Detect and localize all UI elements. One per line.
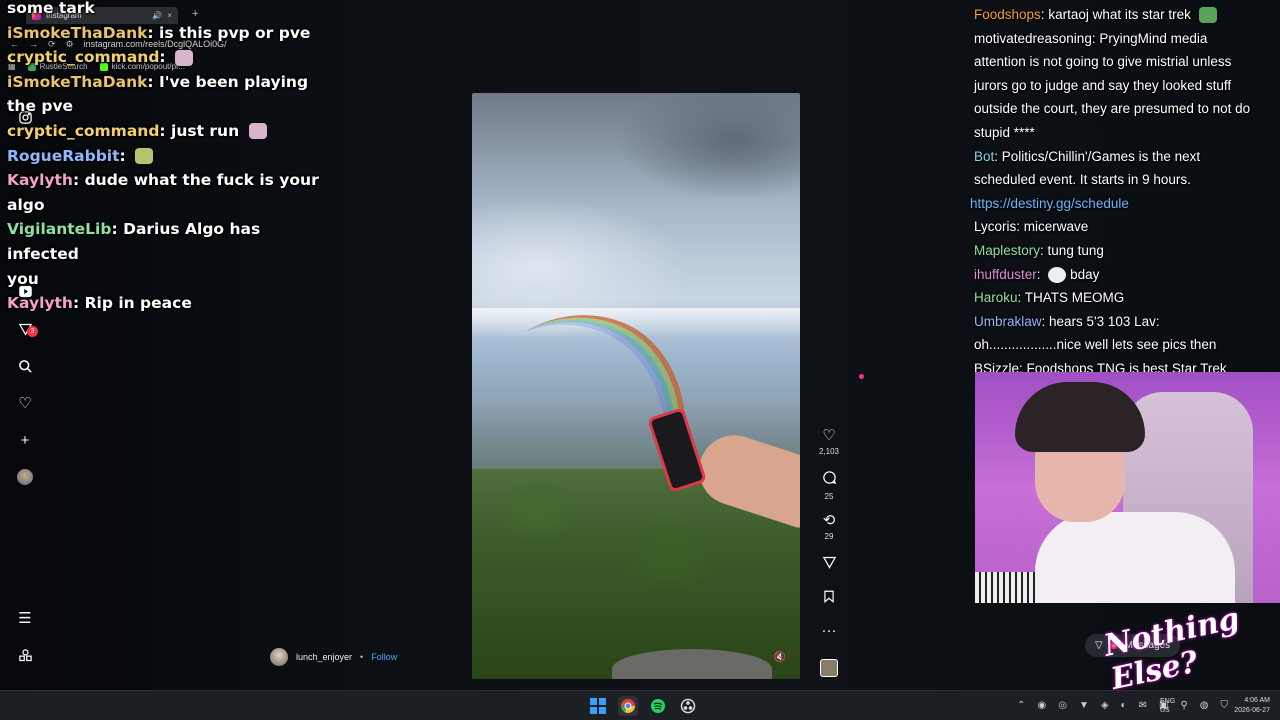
author-avatar[interactable]: [270, 648, 288, 666]
tray-search-icon[interactable]: ⚲: [1180, 700, 1187, 711]
chat-message: iSmokeThaDank: I've been playing: [7, 72, 309, 91]
stream-chat-left: some tark iSmokeThaDank: is this pvp or …: [7, 0, 327, 316]
chat-emote-icon: [248, 123, 267, 140]
repost-button[interactable]: ⟲ 29: [814, 512, 844, 541]
more-options-button[interactable]: ···: [814, 622, 844, 640]
input-language[interactable]: ENG US: [1160, 697, 1175, 715]
menu-icon[interactable]: ☰: [16, 609, 34, 627]
tray-mail-icon[interactable]: ✉: [1139, 700, 1147, 711]
spotify-icon[interactable]: [648, 696, 668, 716]
tray-brave-icon[interactable]: ▼: [1079, 700, 1089, 711]
chat-message: RogueRabbit:: [7, 144, 327, 169]
pepe-emote-icon: [1198, 7, 1217, 24]
tray-chevron-icon[interactable]: ⌃: [1017, 700, 1025, 711]
chat-message: Foodshops: kartaoj what its star trek: [970, 3, 1260, 27]
obs-icon[interactable]: [678, 696, 698, 716]
comment-count: 25: [824, 492, 834, 501]
chat-message: Kaylyth: Rip in peace: [7, 294, 192, 313]
chat-message: Bot: Politics/Chillin'/Games is the next…: [974, 148, 1201, 188]
windows-taskbar: ⌃ ◉ ◎ ▼ ◈ ◐ ✉ ▣ ⚲ ◍ ⛉: [0, 690, 1280, 720]
comment-button[interactable]: 25: [814, 470, 844, 501]
share-icon: [814, 555, 844, 575]
chat-message: Lycoris: micerwave: [974, 219, 1089, 235]
tray-app-icon[interactable]: ◈: [1101, 700, 1109, 711]
like-count: 2,103: [818, 447, 840, 456]
follow-button[interactable]: Follow: [371, 652, 397, 662]
comment-icon: [814, 470, 844, 490]
mute-icon[interactable]: 🔇: [774, 652, 786, 663]
chat-message: Kaylyth: dude what the fuck is your: [7, 171, 319, 190]
streamer-hair: [1015, 382, 1145, 452]
repost-count: 29: [824, 532, 834, 541]
chat-message: cryptic_command: just run: [7, 119, 327, 144]
system-tray: ⌃ ◉ ◎ ▼ ◈ ◐ ✉ ▣ ⚲ ◍ ⛉: [1017, 700, 1228, 711]
author-name[interactable]: lunch_enjoyer: [296, 652, 352, 662]
profile-avatar[interactable]: [17, 469, 33, 485]
clock-date: 2026-06-27: [1234, 707, 1270, 714]
chat-emote-icon: [135, 148, 154, 165]
tray-network-icon[interactable]: ◍: [1200, 700, 1209, 711]
taskbar-apps: [588, 696, 698, 716]
share-button[interactable]: [814, 555, 844, 575]
heart-icon: ♡: [822, 427, 836, 444]
streamer-webcam: [975, 372, 1280, 603]
chat-message: the pve: [7, 97, 74, 116]
repost-icon: ⟲: [822, 512, 836, 529]
taskbar-clock[interactable]: 4:06 AM 2026-06-27: [1234, 696, 1270, 716]
chat-message: iSmokeThaDank: is this pvp or pve: [7, 23, 311, 42]
create-plus-icon[interactable]: +: [16, 431, 34, 449]
chat-message: Maplestory: tung tung: [974, 242, 1104, 258]
windows-start-icon[interactable]: [588, 696, 608, 716]
like-button[interactable]: ♡ 2,103: [814, 427, 844, 456]
stream-chat-right: Foodshops: kartaoj what its star trek mo…: [970, 3, 1260, 381]
clock-time: 4:06 AM: [1244, 697, 1270, 704]
chrome-icon[interactable]: [618, 696, 638, 716]
chat-message: ihuffduster: bday: [974, 266, 1100, 283]
audio-avatar[interactable]: [820, 659, 838, 677]
more-apps-icon[interactable]: [16, 646, 34, 664]
heart-notifications-icon[interactable]: ♡: [16, 394, 34, 412]
chat-message: VigilanteLib: Darius Algo has infected: [7, 220, 261, 263]
chat-message: you: [7, 269, 39, 288]
trollface-emote-icon: [1048, 266, 1067, 283]
chat-message: some tark: [7, 0, 95, 17]
author-separator: •: [360, 652, 364, 662]
schedule-link[interactable]: https://destiny.gg/schedule: [970, 192, 1260, 216]
reel-author: lunch_enjoyer • Follow: [270, 648, 397, 666]
tray-steam-icon[interactable]: ◎: [1058, 700, 1067, 711]
chat-emote-icon: [175, 49, 194, 66]
tray-app2-icon[interactable]: ◐: [1121, 700, 1127, 711]
bookmark-icon: [814, 589, 844, 609]
reel-video[interactable]: 🔇: [472, 93, 800, 679]
save-button[interactable]: [814, 589, 844, 609]
streamer-body: [1035, 512, 1235, 603]
notification-badge: 3: [27, 326, 38, 337]
tray-shield-icon[interactable]: ⛉: [1221, 700, 1229, 711]
piano-keys: [975, 572, 1035, 603]
tray-chrome-icon[interactable]: ◉: [1037, 700, 1046, 711]
chat-message: Umbraklaw: hears 5'3 103 Lav: oh........…: [974, 313, 1217, 353]
more-icon: ···: [821, 622, 837, 639]
search-icon[interactable]: [16, 357, 34, 375]
chat-message: cryptic_command:: [7, 45, 327, 70]
chat-message: Haroku: THATS MEOMG: [974, 290, 1125, 306]
chat-message: motivatedreasoning: PryingMind media att…: [974, 30, 1251, 140]
chat-message: algo: [7, 195, 45, 214]
mouse-cursor: [859, 374, 864, 379]
messages-icon: ▽: [1095, 640, 1103, 651]
